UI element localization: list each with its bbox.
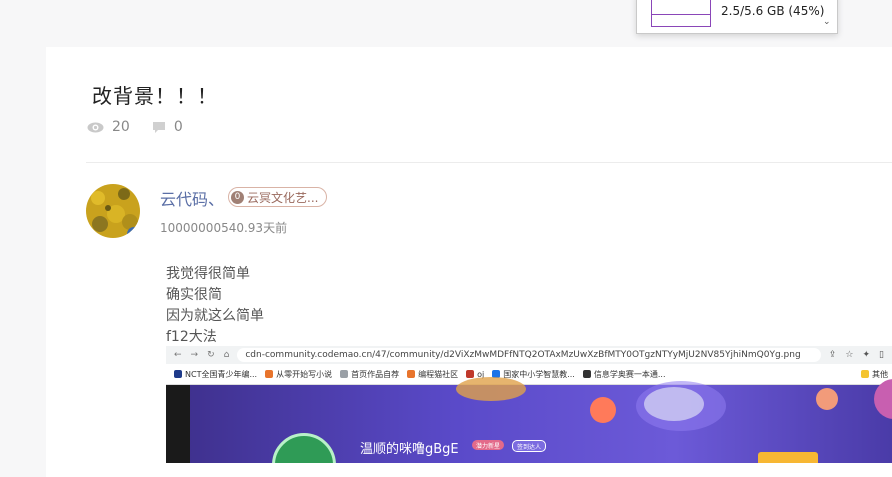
url-text: cdn-community.codemao.cn/47/community/d2… [245,350,801,360]
author-badge[interactable]: 0 云冥文化艺... [228,187,328,207]
planet-decoration [590,397,616,423]
comment-line: 确实很简 [166,287,222,303]
bookmark-item: 编程猫社区 [407,369,458,380]
home-icon: ⌂ [223,350,230,360]
forward-icon: → [190,350,199,360]
comment-author[interactable]: 云代码、 [160,186,224,210]
profile-chip: 潜力新星 [472,440,505,450]
divider [86,162,892,163]
reload-icon: ↻ [207,350,215,360]
profile-avatar [272,433,336,463]
post-stats: 20 0 [87,119,205,135]
bookmark-item: 从零开始写小说 [265,369,332,380]
sidebar-icon: ▯ [879,350,884,360]
follow-button [758,452,818,463]
comments-stat: 0 [152,119,183,135]
memory-popup: 2.5/5.6 GB (45%) ⌄ [636,0,838,34]
extensions-icon: ✦ [862,350,871,360]
views-stat: 20 [87,119,130,135]
astronaut-decoration [644,387,704,421]
memory-graph [651,0,711,27]
profile-chip: 签到达人 [512,440,547,452]
badge-icon: 0 [231,190,244,204]
post-title: 改背景！！！ [92,84,218,108]
avatar-image [86,184,140,238]
bookmark-item: 首页作品自荐 [340,369,399,380]
comment-line: 因为就这么简单 [166,308,264,324]
bookmark-item: NCT全国青少年编... [174,369,257,380]
planet-decoration [816,388,838,410]
comment-icon [152,121,165,133]
planet-decoration [874,379,892,419]
comment-image[interactable]: ← → ↻ ⌂ cdn-community.codemao.cn/47/comm… [166,346,892,463]
comment-body: 我觉得很简单 确实很简 因为就这么简单 f12大法 [166,264,264,348]
browser-address-bar: ← → ↻ ⌂ cdn-community.codemao.cn/47/comm… [166,346,892,364]
bookmark-folder: 其他 [861,369,888,380]
bookmark-item: 信息学奥赛一本通... [582,369,666,380]
chevron-down-icon[interactable]: ⌄ [823,17,831,27]
eye-icon [87,122,104,132]
profile-banner: 温顺的咪噜gBgE 潜力新星 签到达人 [166,377,892,463]
share-icon: ⇪ [828,350,837,360]
views-count: 20 [112,119,130,135]
comment-line: 我觉得很简单 [166,266,250,282]
star-icon: ☆ [845,350,854,360]
bookmarks-bar: NCT全国青少年编... 从零开始写小说 首页作品自荐 编程猫社区 oj 国家中… [166,364,892,385]
memory-usage-text: 2.5/5.6 GB (45%) [721,4,825,18]
url-field: cdn-community.codemao.cn/47/community/d2… [237,348,821,362]
planet-decoration [456,377,526,401]
badge-label: 云冥文化艺... [247,190,319,205]
profile-name: 温顺的咪噜gBgE [360,442,459,457]
back-icon: ← [174,350,182,360]
comment-time: 10000000540.93天前 [160,221,288,235]
avatar[interactable] [86,184,140,238]
comments-count: 0 [173,119,183,135]
comment-line: f12大法 [166,329,217,345]
